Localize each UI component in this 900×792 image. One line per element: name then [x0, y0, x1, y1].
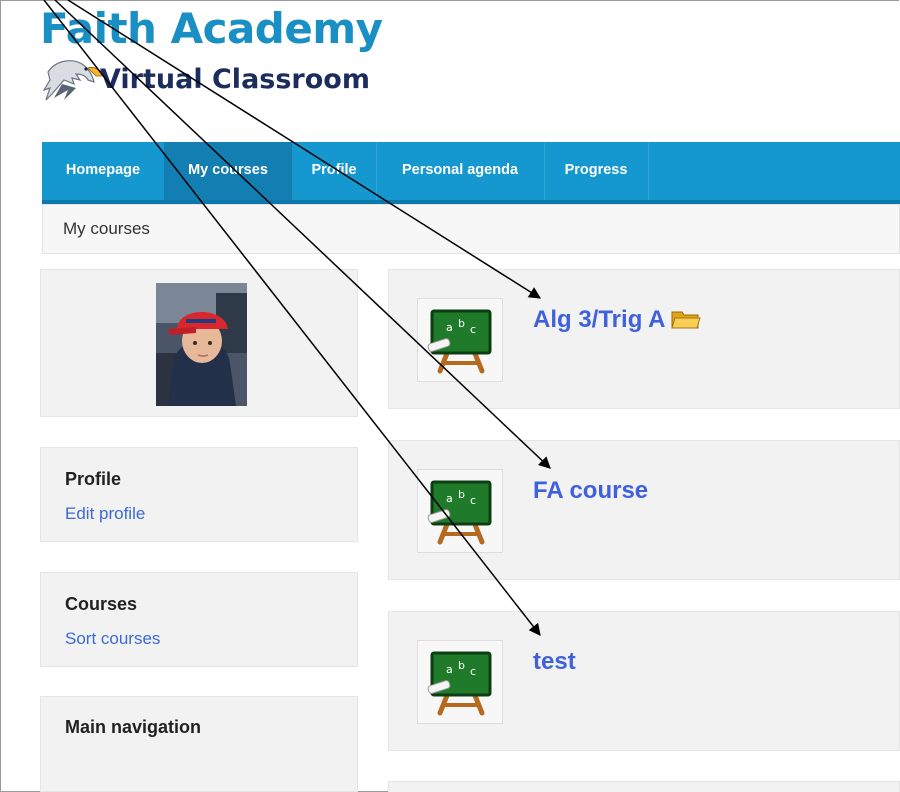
site-title[interactable]: Faith Academy	[40, 8, 383, 50]
user-picture-block	[40, 269, 358, 417]
profile-block-heading: Profile	[65, 469, 122, 489]
courses-block: Courses Sort courses	[40, 572, 358, 667]
nav-homepage[interactable]: Homepage	[42, 142, 165, 200]
svg-text:a: a	[446, 663, 453, 676]
sort-courses-link[interactable]: Sort courses	[65, 629, 160, 649]
nav-personal-agenda[interactable]: Personal agenda	[376, 142, 545, 200]
course-link[interactable]: Alg 3/Trig A	[533, 306, 702, 334]
svg-text:c: c	[470, 494, 476, 507]
avatar[interactable]	[156, 283, 247, 406]
breadcrumb: My courses	[42, 204, 900, 254]
course-thumbnail[interactable]: a b c	[417, 298, 503, 382]
course-card: a b c test	[388, 611, 900, 751]
course-thumbnail[interactable]: a b c	[417, 469, 503, 553]
main-navigation-heading: Main navigation	[65, 717, 202, 737]
nav-progress[interactable]: Progress	[544, 142, 649, 200]
nav-profile[interactable]: Profile	[292, 142, 377, 200]
course-card: a b c FA course	[388, 440, 900, 580]
svg-text:b: b	[458, 317, 465, 330]
chalkboard-icon: a b c	[427, 651, 492, 716]
site-subtitle: Virtual Classroom	[100, 64, 370, 95]
profile-block: Profile Edit profile	[40, 447, 358, 542]
main-navigation-block: Main navigation	[40, 696, 358, 792]
nav-my-courses[interactable]: My courses	[164, 142, 293, 200]
folder-icon	[671, 311, 702, 329]
chalkboard-icon: a b c	[427, 480, 492, 545]
svg-text:b: b	[458, 488, 465, 501]
course-name: Alg 3/Trig A	[533, 306, 666, 333]
svg-text:a: a	[446, 321, 453, 334]
course-card-partial	[388, 781, 900, 792]
svg-text:b: b	[458, 659, 465, 672]
edit-profile-link[interactable]: Edit profile	[65, 504, 145, 524]
course-thumbnail[interactable]: a b c	[417, 640, 503, 724]
course-card: a b c Alg 3/Trig A	[388, 269, 900, 409]
svg-text:c: c	[470, 323, 476, 336]
svg-text:c: c	[470, 665, 476, 678]
chalkboard-icon: a b c	[427, 309, 492, 374]
svg-text:a: a	[446, 492, 453, 505]
main-navbar: Homepage My courses Profile Personal age…	[42, 142, 900, 204]
course-link[interactable]: test	[533, 648, 576, 676]
course-link[interactable]: FA course	[533, 477, 648, 505]
breadcrumb-current[interactable]: My courses	[63, 219, 150, 239]
eagle-icon	[42, 60, 105, 101]
courses-block-heading: Courses	[65, 594, 138, 614]
